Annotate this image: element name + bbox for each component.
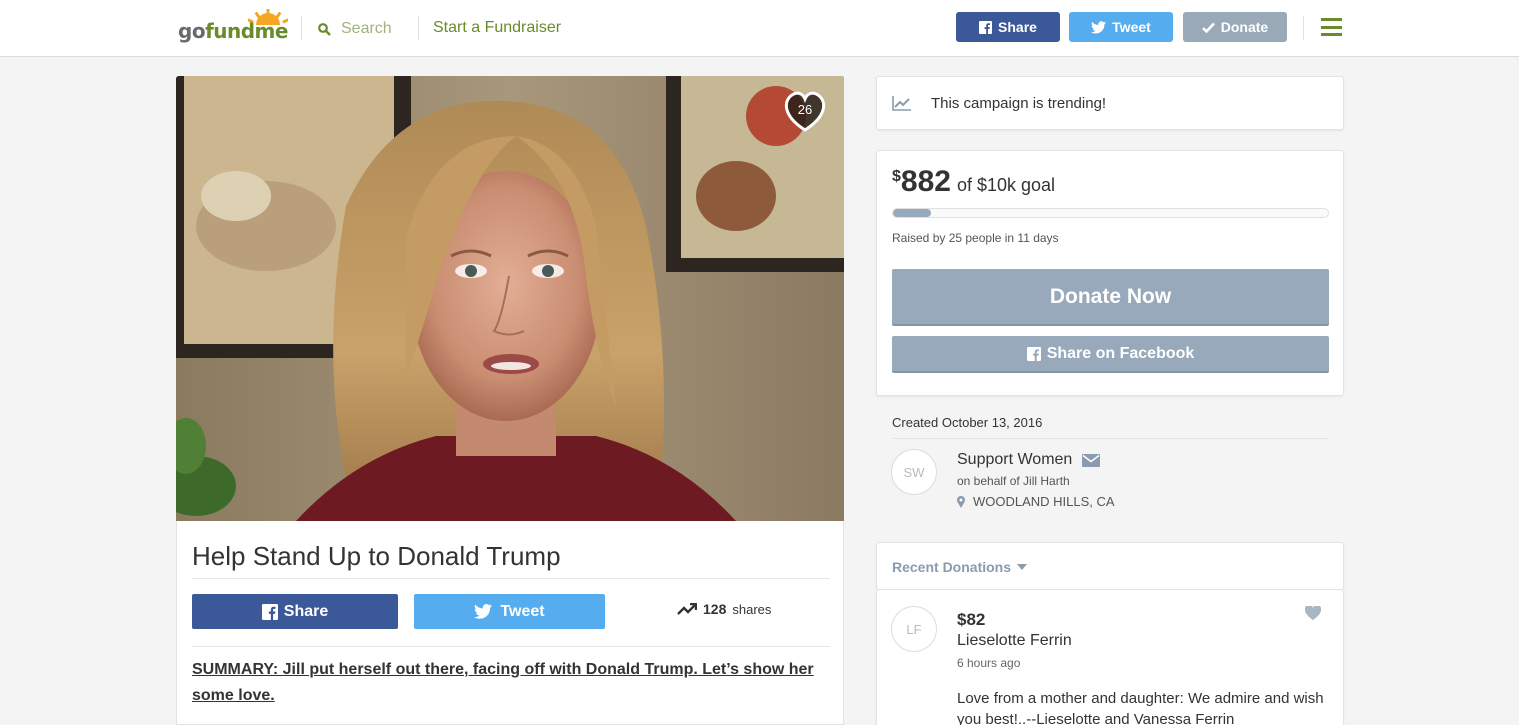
heart-icon[interactable] [1305, 606, 1321, 620]
search-label: Search [341, 20, 392, 37]
checkmark-icon [1201, 22, 1215, 33]
organizer-name[interactable]: Support Women [957, 451, 1101, 469]
goal-text: of $10k goal [956, 175, 1056, 195]
facebook-icon [1026, 346, 1041, 361]
donation-item: LF $82 Lieselotte Ferrin 6 hours ago Lov… [876, 590, 1344, 725]
shares-number: 128 [703, 601, 727, 617]
donation-goal-card: $ 882 of $10k goal Raised by 25 people i… [876, 150, 1344, 396]
gofundme-logo[interactable]: gofundme [178, 9, 288, 49]
header-divider [1303, 16, 1304, 40]
header-tweet-button[interactable]: Tweet [1069, 12, 1173, 42]
donate-now-button[interactable]: Donate Now [892, 269, 1329, 326]
trending-chart-icon [892, 96, 911, 111]
divider [192, 646, 830, 647]
recent-donations-label: Recent Donations [892, 559, 1012, 575]
favorite-heart-icon[interactable]: 26 [781, 89, 829, 133]
header-donate-label: Donate [1220, 19, 1269, 35]
share-count: 128 shares [677, 601, 771, 617]
trending-up-icon [677, 603, 697, 615]
donation-time: 6 hours ago [957, 656, 1021, 670]
share-on-facebook-button[interactable]: Share on Facebook [892, 336, 1329, 373]
donation-message: Love from a mother and daughter: We admi… [957, 690, 1324, 725]
divider [192, 578, 830, 579]
location-pin-icon [957, 495, 965, 508]
search-icon [318, 22, 331, 36]
trending-text: This campaign is trending! [931, 95, 1107, 112]
raised-value: 882 [900, 165, 951, 198]
created-date: Created October 13, 2016 [892, 415, 1043, 430]
donation-amount: $82 [957, 610, 986, 629]
favorite-count: 26 [798, 102, 812, 117]
campaign-summary: SUMMARY: Jill put herself out there, fac… [192, 661, 814, 704]
top-navbar: gofundme Search Start a Fundraiser Share… [0, 0, 1519, 57]
caret-down-icon [1017, 564, 1028, 570]
campaign-title: Help Stand Up to Donald Trump [192, 541, 561, 571]
shares-word: shares [732, 601, 772, 617]
share-label: Share [283, 602, 329, 620]
divider [892, 438, 1328, 439]
currency-symbol: $ [892, 168, 901, 185]
share-on-facebook-label: Share on Facebook [1046, 344, 1195, 362]
header-share-label: Share [998, 19, 1037, 35]
header-donate-button[interactable]: Donate [1183, 12, 1287, 42]
raised-by-text: Raised by 25 people in 11 days [892, 231, 1059, 245]
facebook-icon [261, 603, 278, 620]
donor-avatar: LF [891, 606, 937, 652]
trending-notice: This campaign is trending! [876, 76, 1344, 130]
organizer-location: WOODLAND HILLS, CA [957, 494, 1115, 509]
recent-donations-toggle[interactable]: Recent Donations [892, 559, 1028, 575]
twitter-icon [1091, 20, 1107, 33]
header-tweet-label: Tweet [1112, 19, 1151, 35]
goal-progress-bar [892, 208, 1329, 218]
goal-progress-fill [893, 209, 932, 217]
recent-donations-header[interactable]: Recent Donations [876, 542, 1344, 590]
envelope-icon[interactable] [1082, 453, 1101, 467]
tweet-button[interactable]: Tweet [414, 594, 605, 629]
logo-wordmark: gofundme [178, 19, 288, 43]
organizer-avatar[interactable]: SW [891, 449, 937, 495]
location-text: WOODLAND HILLS, CA [973, 494, 1115, 509]
hamburger-menu-icon[interactable] [1321, 18, 1342, 36]
start-fundraiser-link[interactable]: Start a Fundraiser [433, 19, 561, 37]
campaign-hero-image [176, 76, 844, 521]
search-link[interactable]: Search [318, 18, 392, 40]
header-divider [418, 16, 419, 40]
organizer-name-text: Support Women [957, 451, 1073, 468]
facebook-icon [979, 20, 993, 34]
beneficiary-text: on behalf of Jill Harth [957, 474, 1070, 488]
donor-name: Lieselotte Ferrin [957, 632, 1072, 649]
facebook-share-button[interactable]: Share [192, 594, 398, 629]
raised-amount: $ 882 of $10k goal [892, 165, 1055, 199]
header-facebook-share-button[interactable]: Share [956, 12, 1060, 42]
campaign-info-card: Help Stand Up to Donald Trump Share Twee… [176, 521, 844, 725]
header-divider [301, 16, 302, 40]
twitter-icon [474, 604, 493, 619]
tweet-label: Tweet [500, 602, 545, 620]
